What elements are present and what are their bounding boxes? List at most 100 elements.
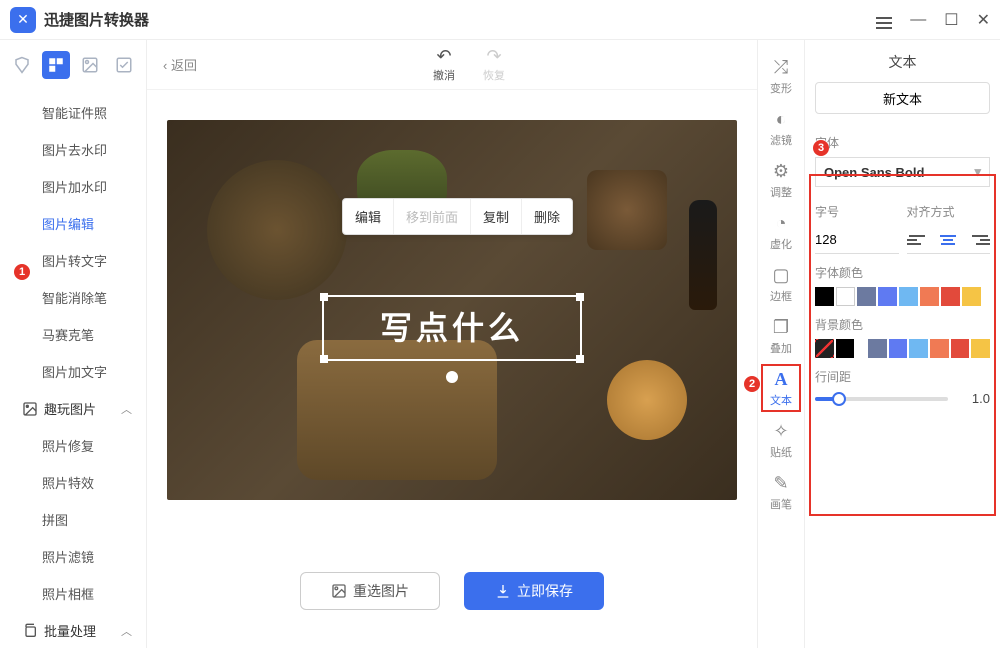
- text-layer[interactable]: 写点什么: [324, 297, 580, 359]
- fg-color-swatches: [815, 287, 990, 306]
- brush-icon: ✎: [773, 473, 788, 494]
- align-label: 对齐方式: [907, 203, 991, 220]
- rail-sticker[interactable]: ✧贴纸: [759, 416, 803, 464]
- selection-context-menu: 编辑 移到前面 复制 删除: [342, 198, 573, 235]
- image-canvas[interactable]: 编辑 移到前面 复制 删除 写点什么: [167, 120, 737, 500]
- resize-handle-tl[interactable]: [320, 293, 328, 301]
- blur-icon: ◔: [776, 213, 787, 234]
- rail-overlay[interactable]: ❐叠加: [759, 312, 803, 360]
- line-spacing-value: 1.0: [956, 391, 990, 406]
- text-selection-box[interactable]: 写点什么: [322, 295, 582, 361]
- color-swatch[interactable]: [941, 287, 960, 306]
- maximize-button[interactable]: ☐: [944, 10, 958, 30]
- ctx-delete[interactable]: 删除: [521, 199, 572, 234]
- rotate-handle[interactable]: [446, 371, 458, 383]
- sidebar-item-mosaic[interactable]: 马赛克笔: [0, 316, 146, 353]
- window-controls: — ☐ ✕: [876, 10, 990, 30]
- color-swatch[interactable]: [920, 287, 939, 306]
- tab-check-icon[interactable]: [110, 51, 138, 79]
- line-spacing-label: 行间距: [815, 368, 990, 385]
- ctx-copy[interactable]: 复制: [470, 199, 521, 234]
- sidebar-item-ocr[interactable]: 图片转文字: [0, 242, 146, 279]
- rail-transform[interactable]: ⤮变形: [759, 52, 803, 100]
- bg-shape: [587, 170, 667, 250]
- line-spacing-slider[interactable]: [815, 397, 948, 401]
- sidebar-item-add-watermark[interactable]: 图片加水印: [0, 168, 146, 205]
- rail-brush[interactable]: ✎画笔: [759, 468, 803, 516]
- sidebar-group-batch[interactable]: 批量处理 ︿: [0, 612, 146, 648]
- sidebar-item-image-edit[interactable]: 图片编辑: [0, 205, 146, 242]
- color-swatch[interactable]: [971, 339, 990, 358]
- font-select[interactable]: Open Sans Bold ▾: [815, 157, 990, 187]
- align-right-button[interactable]: [970, 231, 990, 249]
- ctx-edit[interactable]: 编辑: [343, 199, 393, 234]
- chevron-down-icon: ▾: [974, 164, 981, 180]
- color-swatch[interactable]: [878, 287, 897, 306]
- bg-shape: [607, 360, 687, 440]
- sidebar-item-filter[interactable]: 照片滤镜: [0, 538, 146, 575]
- bg-shape: [207, 160, 347, 300]
- sidebar-item-add-text[interactable]: 图片加文字: [0, 353, 146, 390]
- sidebar-item-effects[interactable]: 照片特效: [0, 464, 146, 501]
- sidebar-item-eraser[interactable]: 智能消除笔: [0, 279, 146, 316]
- color-swatch[interactable]: [889, 339, 908, 358]
- color-swatch[interactable]: [815, 339, 834, 358]
- font-label: 字体: [815, 134, 990, 151]
- color-swatch[interactable]: [899, 287, 918, 306]
- color-swatch[interactable]: [909, 339, 928, 358]
- color-swatch[interactable]: [815, 287, 834, 306]
- rail-border[interactable]: ▢边框: [759, 260, 803, 308]
- color-swatch[interactable]: [836, 339, 855, 358]
- back-button[interactable]: ‹ 返回: [163, 55, 197, 74]
- image-icon: [331, 583, 347, 599]
- sidebar-item-restore[interactable]: 照片修复: [0, 427, 146, 464]
- rail-text[interactable]: A文本: [759, 364, 803, 412]
- fg-color-label: 字体颜色: [815, 264, 990, 281]
- align-center-button[interactable]: [938, 231, 958, 249]
- new-text-button[interactable]: 新文本: [815, 82, 990, 114]
- color-swatch[interactable]: [857, 287, 876, 306]
- undo-button[interactable]: ↶撤消: [433, 46, 455, 83]
- color-swatch[interactable]: [951, 339, 970, 358]
- rail-blur[interactable]: ◔虚化: [759, 208, 803, 256]
- slider-thumb[interactable]: [832, 392, 846, 406]
- resize-handle-br[interactable]: [576, 355, 584, 363]
- sidebar-item-remove-watermark[interactable]: 图片去水印: [0, 131, 146, 168]
- tab-image-icon[interactable]: [76, 51, 104, 79]
- bg-shape: [689, 200, 717, 310]
- color-swatch[interactable]: [868, 339, 887, 358]
- download-icon: [495, 583, 511, 599]
- sidebar-group-fun-label: 趣玩图片: [44, 399, 96, 418]
- callout-badge-3: 3: [813, 140, 829, 156]
- sidebar-group-fun[interactable]: 趣玩图片 ︿: [0, 390, 146, 427]
- tab-format-icon[interactable]: [42, 51, 70, 79]
- undo-icon: ↶: [433, 46, 455, 67]
- color-swatch[interactable]: [962, 287, 981, 306]
- resize-handle-bl[interactable]: [320, 355, 328, 363]
- border-icon: ▢: [772, 265, 789, 286]
- save-button[interactable]: 立即保存: [464, 572, 604, 610]
- chevron-up-icon: ︿: [121, 623, 132, 639]
- redo-button[interactable]: ↷恢复: [483, 46, 505, 83]
- rail-filter[interactable]: ◐滤镜: [759, 104, 803, 152]
- reselect-image-button[interactable]: 重选图片: [300, 572, 440, 610]
- sidebar-item-frame[interactable]: 照片相框: [0, 575, 146, 612]
- minimize-button[interactable]: —: [910, 11, 926, 29]
- color-swatch[interactable]: [836, 287, 855, 306]
- overlay-icon: ❐: [773, 317, 789, 338]
- align-left-button[interactable]: [907, 231, 927, 249]
- rail-adjust[interactable]: ⚙调整: [759, 156, 803, 204]
- color-swatch[interactable]: [930, 339, 949, 358]
- font-size-input[interactable]: [815, 226, 899, 254]
- sidebar-item-idphoto[interactable]: 智能证件照: [0, 94, 146, 131]
- properties-panel: 文本 新文本 3 字体 Open Sans Bold ▾ 字号 对齐方式 字体: [804, 40, 1000, 648]
- sidebar-list: 智能证件照 图片去水印 图片加水印 图片编辑 1 图片转文字 智能消除笔 马赛克…: [0, 90, 146, 648]
- menu-icon[interactable]: [876, 11, 892, 29]
- close-button[interactable]: ✕: [977, 10, 990, 30]
- sidebar-item-collage[interactable]: 拼图: [0, 501, 146, 538]
- resize-handle-tr[interactable]: [576, 293, 584, 301]
- tab-shield-icon[interactable]: [8, 51, 36, 79]
- ctx-front[interactable]: 移到前面: [393, 199, 470, 234]
- sidebar-top-tabs: [0, 40, 146, 90]
- filter-icon: ◐: [776, 109, 787, 130]
